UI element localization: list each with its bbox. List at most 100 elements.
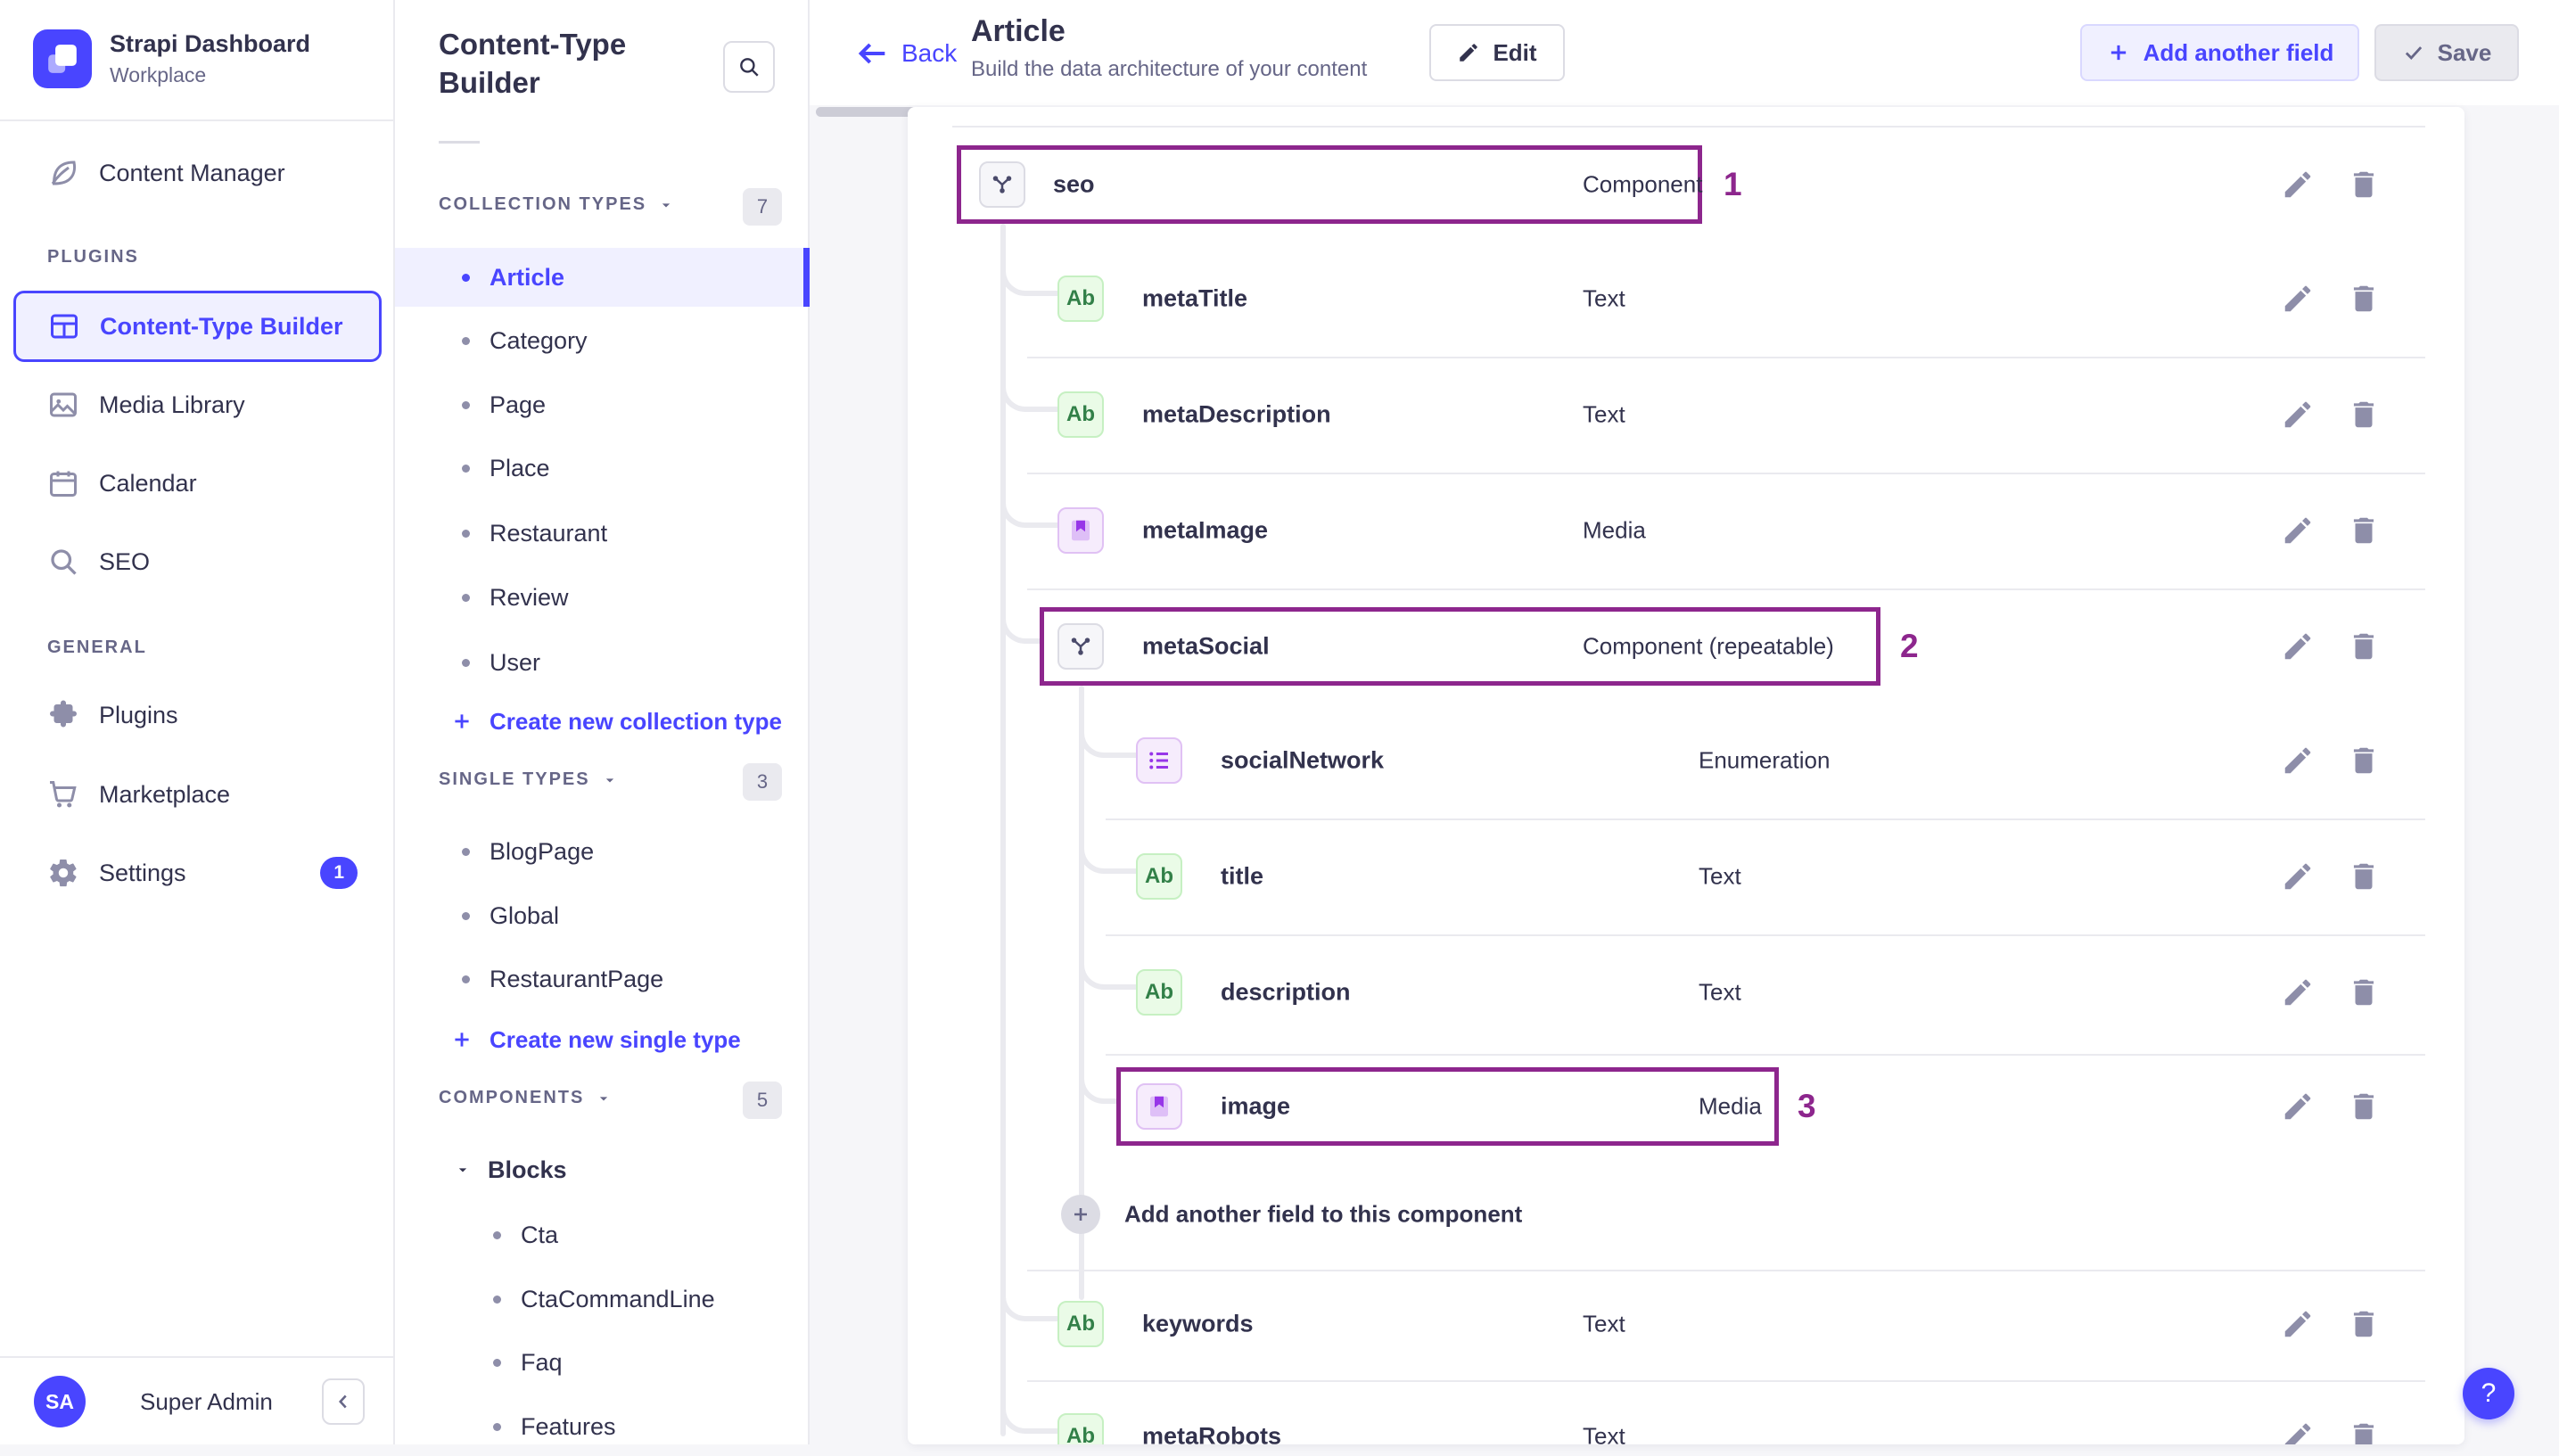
field-row-description[interactable]: Ab description Text <box>908 953 2464 1032</box>
field-row-image[interactable]: image Media <box>908 1067 2464 1146</box>
plus-icon <box>2106 40 2131 65</box>
subnav-section-components[interactable]: COMPONENTS <box>439 1088 613 1108</box>
subnav-item-label: Faq <box>521 1348 563 1376</box>
help-button[interactable]: ? <box>2463 1368 2514 1419</box>
save-label: Save <box>2437 38 2492 66</box>
edit-field-icon[interactable] <box>2281 1307 2315 1341</box>
create-create-new-single-type[interactable]: Create new single type <box>395 1013 810 1066</box>
edit-field-icon[interactable] <box>2281 514 2315 547</box>
subnav-item-label: Category <box>490 326 588 354</box>
subnav-item-restaurant[interactable]: Restaurant <box>395 504 810 563</box>
subnav-item-label: CtaCommandLine <box>521 1285 715 1312</box>
delete-field-icon[interactable] <box>2347 282 2381 316</box>
edit-field-icon[interactable] <box>2281 1419 2315 1444</box>
sidebar-item-marketplace[interactable]: Marketplace <box>0 759 395 830</box>
calendar-icon <box>47 467 79 499</box>
field-row-metaimage[interactable]: metaImage Media <box>908 491 2464 570</box>
field-row-metadescription[interactable]: Ab metaDescription Text <box>908 375 2464 454</box>
search-button[interactable] <box>723 41 775 93</box>
sidebar-item-seo[interactable]: SEO <box>0 526 395 597</box>
sidebar-item-plugins[interactable]: Plugins <box>0 679 395 751</box>
delete-field-icon[interactable] <box>2347 168 2381 202</box>
field-type: Media <box>1699 1092 1762 1120</box>
subnav-item-review[interactable]: Review <box>395 568 810 627</box>
delete-field-icon[interactable] <box>2347 1090 2381 1123</box>
subnav-item-label: Review <box>490 583 569 611</box>
plus-circle-button[interactable] <box>1061 1195 1100 1234</box>
subnav-item-label: RestaurantPage <box>490 965 664 992</box>
subnav-item-article[interactable]: Article <box>395 248 810 307</box>
collapse-sidebar-button[interactable] <box>322 1378 365 1425</box>
subnav-item-user[interactable]: User <box>395 633 810 692</box>
subnav-section-collection-types[interactable]: COLLECTION TYPES <box>439 194 675 215</box>
field-type: Text <box>1583 284 1625 312</box>
edit-field-icon[interactable] <box>2281 975 2315 1009</box>
create-create-new-collection-type[interactable]: Create new collection type <box>395 695 810 748</box>
bullet-icon <box>462 336 470 345</box>
subnav-section-single-types[interactable]: SINGLE TYPES <box>439 769 619 790</box>
sidebar-item-content-manager[interactable]: Content Manager <box>0 137 395 209</box>
edit-field-icon[interactable] <box>2281 629 2315 663</box>
row-divider <box>1027 473 2425 474</box>
row-divider <box>1106 934 2425 936</box>
save-button[interactable]: Save <box>2374 24 2519 81</box>
avatar[interactable]: SA <box>34 1376 86 1427</box>
app-title: Strapi Dashboard <box>110 30 311 57</box>
grid-icon <box>48 310 80 342</box>
strapi-logo-icon[interactable] <box>33 29 92 88</box>
subnav-item-place[interactable]: Place <box>395 439 810 498</box>
subnav-item-ctacommandline[interactable]: CtaCommandLine <box>395 1270 810 1328</box>
text-field-icon: Ab <box>1057 1413 1104 1444</box>
subnav-item-global[interactable]: Global <box>395 886 810 945</box>
delete-field-icon[interactable] <box>2347 860 2381 893</box>
sidebar-item-content-type-builder[interactable]: Content-Type Builder <box>13 291 382 362</box>
subnav-item-label: Restaurant <box>490 519 608 547</box>
add-another-field-button[interactable]: Add another field <box>2080 24 2359 81</box>
delete-field-icon[interactable] <box>2347 1419 2381 1444</box>
sidebar-item-settings[interactable]: Settings 1 <box>0 837 395 909</box>
bullet-icon <box>462 975 470 983</box>
subnav-item-label: User <box>490 648 541 676</box>
subnav-item-restaurantpage[interactable]: RestaurantPage <box>395 950 810 1008</box>
subnav-item-blogpage[interactable]: BlogPage <box>395 822 810 881</box>
image-icon <box>47 389 79 421</box>
sidebar-item-calendar[interactable]: Calendar <box>0 448 395 519</box>
subnav-item-features[interactable]: Features <box>395 1397 810 1456</box>
edit-field-icon[interactable] <box>2281 168 2315 202</box>
sidebar-item-media-library[interactable]: Media Library <box>0 369 395 440</box>
delete-field-icon[interactable] <box>2347 398 2381 432</box>
puzzle-icon <box>47 699 79 731</box>
page-subtitle: Build the data architecture of your cont… <box>971 57 1368 81</box>
edit-field-icon[interactable] <box>2281 282 2315 316</box>
back-link[interactable]: Back <box>855 36 957 71</box>
sidebar-item-label: Marketplace <box>99 780 231 808</box>
field-row-metarobots[interactable]: Ab metaRobots Text <box>908 1397 2464 1444</box>
subnav-item-faq[interactable]: Faq <box>395 1333 810 1392</box>
add-field-label: Add another field <box>2143 38 2334 66</box>
field-row-title[interactable]: Ab title Text <box>908 837 2464 916</box>
subnav-item-category[interactable]: Category <box>395 311 810 370</box>
field-row-metatitle[interactable]: Ab metaTitle Text <box>908 259 2464 338</box>
subnav-item-label: Cta <box>521 1221 559 1248</box>
edit-button[interactable]: Edit <box>1429 24 1565 81</box>
field-row-seo[interactable]: seo Component <box>908 145 2464 224</box>
delete-field-icon[interactable] <box>2347 744 2381 777</box>
add-field-to-component-row[interactable]: Add another field to this component <box>908 1175 2464 1254</box>
edit-field-icon[interactable] <box>2281 860 2315 893</box>
field-name: title <box>1221 862 1264 890</box>
field-row-metasocial[interactable]: metaSocial Component (repeatable) <box>908 607 2464 686</box>
edit-field-icon[interactable] <box>2281 1090 2315 1123</box>
delete-field-icon[interactable] <box>2347 629 2381 663</box>
subnav-item-blocks[interactable]: Blocks <box>395 1140 810 1199</box>
field-row-keywords[interactable]: Ab keywords Text <box>908 1285 2464 1363</box>
subnav-item-cta[interactable]: Cta <box>395 1205 810 1264</box>
add-field-to-component-label[interactable]: Add another field to this component <box>1124 1201 1522 1229</box>
delete-field-icon[interactable] <box>2347 975 2381 1009</box>
subnav-item-page[interactable]: Page <box>395 375 810 434</box>
edit-field-icon[interactable] <box>2281 744 2315 777</box>
edit-field-icon[interactable] <box>2281 398 2315 432</box>
main-content: Back Article Build the data architecture… <box>810 0 2559 1444</box>
delete-field-icon[interactable] <box>2347 514 2381 547</box>
field-row-socialnetwork[interactable]: socialNetwork Enumeration <box>908 721 2464 800</box>
delete-field-icon[interactable] <box>2347 1307 2381 1341</box>
